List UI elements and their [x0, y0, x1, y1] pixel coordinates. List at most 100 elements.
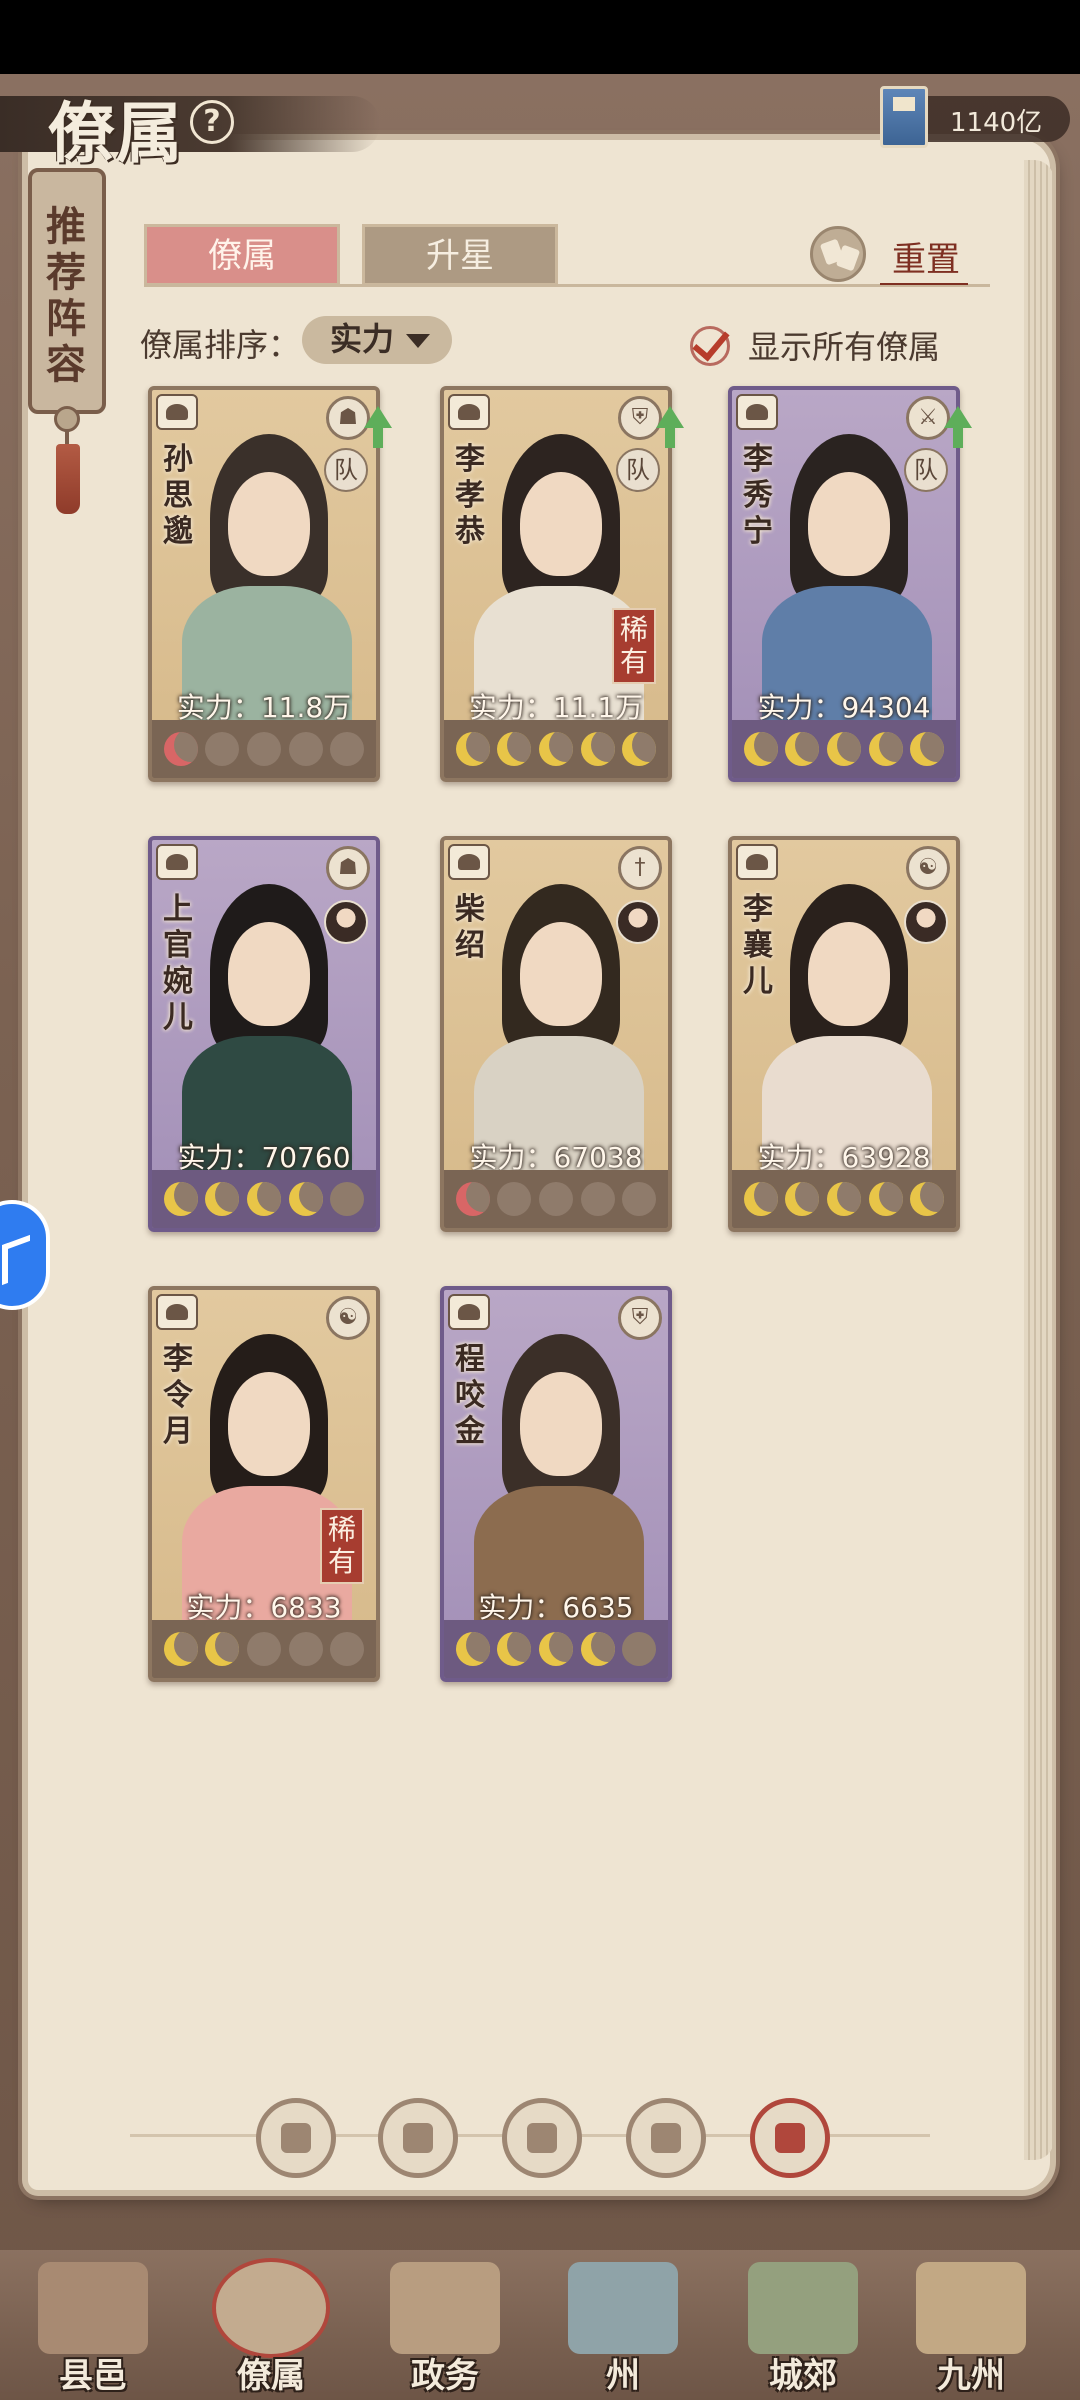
page-title: 僚属 — [48, 94, 184, 172]
moon-star-icon — [497, 1182, 532, 1216]
moon-star-icon — [163, 1632, 198, 1666]
moon-star-icon — [163, 732, 198, 766]
nav-illustration-icon — [216, 2262, 326, 2354]
moon-star-icon — [497, 1632, 532, 1666]
upgrade-arrow-icon — [944, 406, 972, 448]
companion-avatar — [904, 900, 948, 944]
faction-stamp-icon — [448, 1294, 490, 1330]
moon-star-icon — [580, 732, 615, 766]
character-name: 李秀宁 — [743, 442, 773, 549]
reset-button[interactable]: 重置 — [880, 232, 968, 285]
character-name: 上官婉儿 — [163, 892, 193, 1035]
moon-star-icon — [622, 1182, 657, 1216]
nav-illustration-icon — [38, 2262, 148, 2354]
character-name: 李孝恭 — [455, 442, 485, 549]
tab-divider — [144, 284, 990, 287]
helmet-icon[interactable] — [378, 2098, 458, 2178]
star-rating — [732, 1170, 956, 1228]
sword-icon: † — [618, 846, 662, 890]
nav-illustration-icon — [568, 2262, 678, 2354]
tab-subordinates[interactable]: 僚属 — [144, 224, 340, 286]
question-circle-icon[interactable]: ? — [190, 100, 234, 144]
moon-star-icon — [288, 1632, 323, 1666]
fan-icon[interactable] — [626, 2098, 706, 2178]
moon-star-icon — [330, 1182, 365, 1216]
faction-stamp-icon — [736, 844, 778, 880]
show-all-checkbox[interactable] — [690, 326, 730, 366]
floating-assistant-button[interactable] — [0, 1200, 50, 1310]
faction-stamp-icon — [156, 394, 198, 430]
upgrade-arrow-icon — [656, 406, 684, 448]
rarity-tag: 稀有 — [612, 608, 656, 684]
rarity-tag: 稀有 — [320, 1508, 364, 1584]
subordinate-card[interactable]: 孙思邈 ☗ 队实力：11.8万 — [148, 386, 380, 782]
moon-star-icon — [826, 1182, 861, 1216]
subordinate-card[interactable]: 李孝恭 ⛨ 队稀有 实力：11.1万 — [440, 386, 672, 782]
faction-stamp-icon — [736, 394, 778, 430]
moon-star-icon — [246, 1632, 281, 1666]
star-rating — [152, 1620, 376, 1678]
currency-value: 1140亿 — [950, 108, 1043, 138]
diamond-icon[interactable] — [256, 2098, 336, 2178]
lion-icon[interactable] — [750, 2098, 830, 2178]
companion-avatar — [324, 900, 368, 944]
upgrade-arrow-icon — [364, 406, 392, 448]
companion-avatar — [616, 900, 660, 944]
character-name: 柴绍 — [455, 892, 485, 963]
moon-star-icon — [743, 732, 778, 766]
nav-item[interactable]: 州 — [558, 2262, 688, 2398]
show-all-label: 显示所有僚属 — [748, 328, 941, 366]
moon-star-icon — [538, 1182, 573, 1216]
moon-star-icon — [246, 1182, 281, 1216]
chevron-down-icon — [406, 334, 430, 348]
star-rating — [444, 1620, 668, 1678]
reset-cards-icon[interactable] — [810, 226, 866, 282]
star-rating — [152, 720, 376, 778]
character-name: 李令月 — [163, 1342, 193, 1449]
star-rating — [152, 1170, 376, 1228]
nav-label: 九州 — [937, 2356, 1005, 2396]
faction-stamp-icon — [156, 1294, 198, 1330]
faction-stamp-icon — [448, 844, 490, 880]
nav-illustration-icon — [748, 2262, 858, 2354]
moon-star-icon — [868, 1182, 903, 1216]
team-badge: 队 — [324, 448, 368, 492]
subordinate-card[interactable]: 李襄儿 ☯ 实力：63928 — [728, 836, 960, 1232]
moon-star-icon — [497, 732, 532, 766]
tassel — [56, 444, 80, 514]
subordinate-card[interactable]: 柴绍 † 实力：67038 — [440, 836, 672, 1232]
nav-label: 政务 — [411, 2356, 479, 2396]
tab-star-up[interactable]: 升星 — [362, 224, 558, 286]
moon-star-icon — [163, 1182, 198, 1216]
nav-item[interactable]: 政务 — [380, 2262, 510, 2398]
nav-label: 城郊 — [769, 2356, 837, 2396]
faction-stamp-icon — [448, 394, 490, 430]
team-badge: 队 — [904, 448, 948, 492]
star-rating — [444, 720, 668, 778]
subordinate-card[interactable]: 李秀宁 ⚔ 队实力：94304 — [728, 386, 960, 782]
moon-star-icon — [910, 1182, 945, 1216]
moon-star-icon — [205, 1632, 240, 1666]
subordinate-card[interactable]: 李令月 ☯ 稀有 实力：6833 — [148, 1286, 380, 1682]
nav-item[interactable]: 县邑 — [28, 2262, 158, 2398]
hat-icon: ☗ — [326, 846, 370, 890]
nav-item[interactable]: 僚属 — [206, 2262, 336, 2398]
nav-illustration-icon — [916, 2262, 1026, 2354]
moon-star-icon — [580, 1182, 615, 1216]
nav-label: 州 — [606, 2356, 640, 2396]
nav-label: 县邑 — [59, 2356, 127, 2396]
nav-item[interactable]: 九州 — [906, 2262, 1036, 2398]
team-badge: 队 — [616, 448, 660, 492]
book-icon[interactable] — [880, 86, 928, 148]
faction-stamp-icon — [156, 844, 198, 880]
vase-icon[interactable] — [502, 2098, 582, 2178]
subordinate-card[interactable]: 程咬金 ⛨ 实力：6635 — [440, 1286, 672, 1682]
nav-item[interactable]: 城郊 — [738, 2262, 868, 2398]
moon-star-icon — [288, 732, 323, 766]
star-rating — [444, 1170, 668, 1228]
character-name: 李襄儿 — [743, 892, 773, 999]
moon-star-icon — [622, 732, 657, 766]
subordinate-card[interactable]: 上官婉儿 ☗ 实力：70760 — [148, 836, 380, 1232]
moon-star-icon — [622, 1632, 657, 1666]
moon-star-icon — [580, 1632, 615, 1666]
